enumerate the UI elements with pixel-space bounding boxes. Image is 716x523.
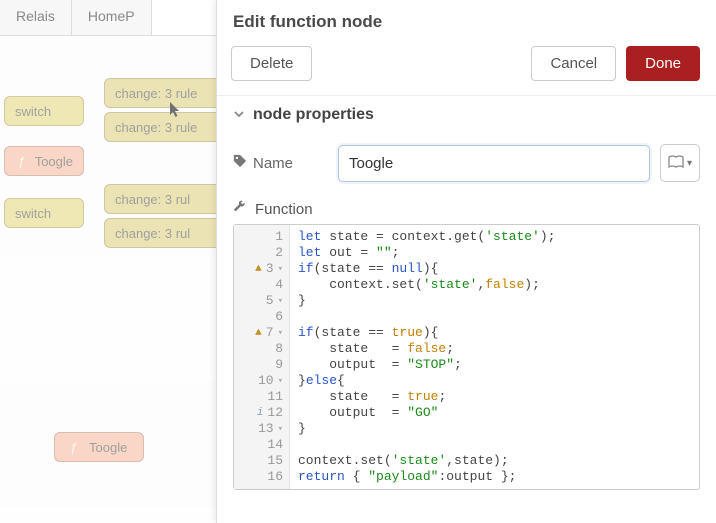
- name-label: Name: [233, 154, 328, 172]
- name-input[interactable]: [338, 145, 650, 182]
- function-icon: ƒ: [65, 438, 83, 456]
- function-icon: ƒ: [15, 152, 29, 170]
- section-title: node properties: [253, 106, 374, 124]
- node-switch-1[interactable]: switch: [4, 96, 84, 126]
- book-icon: [668, 155, 684, 172]
- drawer-action-bar: Delete Cancel Done: [217, 32, 716, 95]
- function-label: Function: [255, 201, 313, 218]
- node-switch-2[interactable]: switch: [4, 198, 84, 228]
- node-change-4[interactable]: change: 3 rul: [104, 218, 224, 248]
- name-label-text: Name: [253, 155, 293, 172]
- caret-down-icon: ▾: [687, 158, 692, 169]
- chevron-down-icon: [233, 107, 245, 123]
- name-menu-button[interactable]: ▾: [660, 144, 700, 182]
- editor-gutter: 12▲3 ▾45 ▾6▲7 ▾8910 ▾11i1213 ▾141516: [234, 225, 290, 489]
- node-label: change: 3 rule: [115, 86, 197, 101]
- node-label: Toogle: [35, 154, 73, 169]
- function-row-header: Function: [217, 190, 716, 224]
- cancel-button[interactable]: Cancel: [531, 46, 616, 81]
- editor-code[interactable]: let state = context.get('state'); let ou…: [290, 225, 563, 489]
- node-label: change: 3 rule: [115, 120, 197, 135]
- node-label: change: 3 rul: [115, 226, 190, 241]
- node-change-2[interactable]: change: 3 rule: [104, 112, 224, 142]
- drawer-header: Edit function node: [217, 0, 716, 32]
- code-editor[interactable]: 12▲3 ▾45 ▾6▲7 ▾8910 ▾11i1213 ▾141516 let…: [233, 224, 700, 490]
- node-label: switch: [15, 206, 51, 221]
- delete-button[interactable]: Delete: [231, 46, 312, 81]
- wrench-icon: [233, 200, 247, 218]
- done-button[interactable]: Done: [626, 46, 700, 81]
- node-toogle-1[interactable]: ƒ Toogle: [4, 146, 84, 176]
- node-label: switch: [15, 104, 51, 119]
- node-label: Toogle: [89, 440, 127, 455]
- node-change-3[interactable]: change: 3 rul: [104, 184, 224, 214]
- edit-drawer: Edit function node Delete Cancel Done no…: [216, 0, 716, 523]
- node-label: change: 3 rul: [115, 192, 190, 207]
- tag-icon: [233, 154, 247, 172]
- tab-homep[interactable]: HomeP: [72, 0, 152, 35]
- name-row: Name ▾: [217, 136, 716, 190]
- section-node-properties[interactable]: node properties: [217, 95, 716, 136]
- node-toogle-2[interactable]: ƒ Toogle: [54, 432, 144, 462]
- cursor-icon: [170, 102, 182, 118]
- drawer-title: Edit function node: [233, 12, 700, 32]
- node-change-1[interactable]: change: 3 rule: [104, 78, 224, 108]
- tab-relais[interactable]: Relais: [0, 0, 72, 35]
